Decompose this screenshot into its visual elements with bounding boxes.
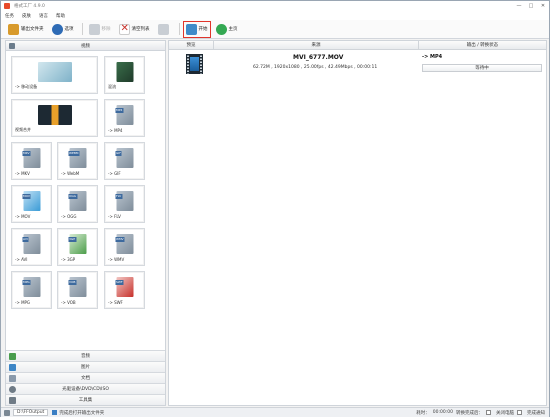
menu-language[interactable]: 语言 xyxy=(35,13,52,19)
column-output-status[interactable]: 输出 / 转换状态 xyxy=(419,41,546,49)
folder-icon xyxy=(4,409,10,416)
video-category-header[interactable]: 视频 xyxy=(6,41,165,51)
remove-button[interactable]: 移除 xyxy=(86,22,114,37)
output-folder-button[interactable]: 输出文件夹 xyxy=(5,22,47,37)
avi-icon: AVI xyxy=(22,234,40,254)
menu-task[interactable]: 任务 xyxy=(1,13,18,19)
task-list-panel: 预览 来源 输出 / 转换状态 MVI_6777.MOV 62.72M , 19… xyxy=(168,40,547,406)
task-status[interactable]: 等待中 xyxy=(422,64,542,72)
format-factory-window: 格式工厂 4.9.0 — □ ✕ 任务 皮肤 语言 帮助 输出文件夹 选项 移除… xyxy=(0,0,550,417)
elapsed-label: 耗时： xyxy=(416,410,430,416)
category-panel: 视频 -> 移动设备 混流 视频合并 MP4 -> MP4 MKV -> MKV xyxy=(5,40,166,406)
audio-icon xyxy=(9,353,16,360)
toolbar-separator xyxy=(178,23,180,35)
open-output-checkbox[interactable] xyxy=(52,410,58,415)
tile-mov[interactable]: MOV -> MOV xyxy=(11,185,52,223)
tile-mp4[interactable]: MP4 -> MP4 xyxy=(104,99,145,137)
disc-icon xyxy=(9,386,16,393)
picture-icon xyxy=(9,364,16,371)
clear-list-icon: ✕ xyxy=(118,22,130,35)
options-button[interactable]: 选项 xyxy=(49,22,77,37)
home-icon xyxy=(215,23,227,35)
category-document[interactable]: 文档 xyxy=(6,372,165,383)
document-icon xyxy=(9,375,16,382)
close-button[interactable]: ✕ xyxy=(537,2,549,11)
options-icon xyxy=(51,23,63,35)
tile-webm[interactable]: WEBM -> WebM xyxy=(57,142,98,180)
task-list-header: 预览 来源 输出 / 转换状态 xyxy=(169,41,546,50)
start-button[interactable]: 开始 xyxy=(182,20,211,38)
category-picture[interactable]: 图片 xyxy=(6,361,165,372)
video-join-icon xyxy=(37,105,72,125)
start-icon xyxy=(185,23,197,35)
category-tools[interactable]: 工具集 xyxy=(6,394,165,405)
column-preview[interactable]: 预览 xyxy=(169,41,214,49)
mpg-icon: MPG xyxy=(22,277,40,297)
tools-icon xyxy=(9,397,16,404)
column-source[interactable]: 来源 xyxy=(214,41,419,49)
swf-icon: SWF xyxy=(115,277,133,297)
video-icon xyxy=(9,43,15,49)
window-title: 格式工厂 4.9.0 xyxy=(14,4,45,9)
app-logo-icon xyxy=(4,3,10,9)
tile-3gp[interactable]: 3GP -> 3GP xyxy=(57,228,98,266)
video-tool-grid: -> 移动设备 混流 视频合并 MP4 -> MP4 MKV -> MKV WE… xyxy=(6,51,165,337)
task-target-format: -> MP4 xyxy=(422,54,443,60)
stop-icon xyxy=(157,23,169,35)
flv-icon: FLV xyxy=(115,191,133,211)
task-file-info: 62.72M , 1920x1080 , 25.00fps , 42.49Mbp… xyxy=(253,65,378,70)
vob-icon: VOB xyxy=(68,277,86,297)
task-filename: MVI_6777.MOV xyxy=(293,54,344,61)
task-row[interactable]: MVI_6777.MOV 62.72M , 1920x1080 , 25.00f… xyxy=(169,50,546,78)
elapsed-time: 00:00:00 xyxy=(432,410,453,415)
tile-video-join[interactable]: 视频合并 xyxy=(11,99,98,137)
maximize-button[interactable]: □ xyxy=(525,2,537,11)
3gp-icon: 3GP xyxy=(68,234,86,254)
tile-swf[interactable]: SWF -> SWF xyxy=(104,271,145,309)
tile-flv[interactable]: FLV -> FLV xyxy=(104,185,145,223)
toolbar-separator xyxy=(81,23,83,35)
notify-label: 完成通知 xyxy=(527,410,545,416)
mobile-device-icon xyxy=(37,62,72,82)
tile-wmv[interactable]: WMV -> WMV xyxy=(104,228,145,266)
tile-mkv[interactable]: MKV -> MKV xyxy=(11,142,52,180)
tile-avi[interactable]: AVI -> AVI xyxy=(11,228,52,266)
wmv-icon: WMV xyxy=(115,234,133,254)
mkv-icon: MKV xyxy=(22,148,40,168)
category-disc[interactable]: 光驱设备\DVD\CD\ISO xyxy=(6,383,165,394)
category-list: 音频 图片 文档 光驱设备\DVD\CD\ISO 工具集 xyxy=(6,350,165,405)
toolbar: 输出文件夹 选项 移除 ✕ 清空列表 开始 主页 xyxy=(1,20,549,39)
menu-skin[interactable]: 皮肤 xyxy=(18,13,35,19)
ogg-icon: OGG xyxy=(68,191,86,211)
output-folder-icon xyxy=(8,23,19,35)
home-button[interactable]: 主页 xyxy=(213,22,241,37)
shutdown-label: 关闭电脑 xyxy=(496,410,514,416)
tile-gif[interactable]: GIF -> GIF xyxy=(104,142,145,180)
shutdown-checkbox[interactable] xyxy=(486,410,491,415)
mov-icon: MOV xyxy=(22,191,40,211)
tile-mpg[interactable]: MPG -> MPG xyxy=(11,271,52,309)
menu-bar: 任务 皮肤 语言 帮助 xyxy=(1,11,549,20)
mux-icon xyxy=(116,62,133,82)
output-path[interactable]: D:\FFOutput xyxy=(13,409,49,416)
tile-mobile-device[interactable]: -> 移动设备 xyxy=(11,56,98,94)
category-audio[interactable]: 音频 xyxy=(6,350,165,361)
notify-checkbox[interactable] xyxy=(517,410,522,415)
gif-icon: GIF xyxy=(115,148,133,168)
minimize-button[interactable]: — xyxy=(513,2,525,11)
webm-icon: WEBM xyxy=(68,148,86,168)
clear-list-button[interactable]: ✕ 清空列表 xyxy=(116,22,153,37)
mp4-icon: MP4 xyxy=(115,105,133,125)
remove-icon xyxy=(88,23,100,35)
stop-button[interactable] xyxy=(155,22,174,37)
after-label: 转换完成后： xyxy=(456,410,483,416)
status-bar: D:\FFOutput 完成后打开输出文件夹 耗时： 00:00:00 转换完成… xyxy=(1,407,549,417)
open-output-label: 完成后打开输出文件夹 xyxy=(59,410,105,416)
menu-help[interactable]: 帮助 xyxy=(52,13,69,19)
tile-mux[interactable]: 混流 xyxy=(104,56,145,94)
tile-ogg[interactable]: OGG -> OGG xyxy=(57,185,98,223)
tile-vob[interactable]: VOB -> VOB xyxy=(57,271,98,309)
video-file-icon xyxy=(186,54,203,74)
title-bar: 格式工厂 4.9.0 — □ ✕ xyxy=(1,1,549,11)
